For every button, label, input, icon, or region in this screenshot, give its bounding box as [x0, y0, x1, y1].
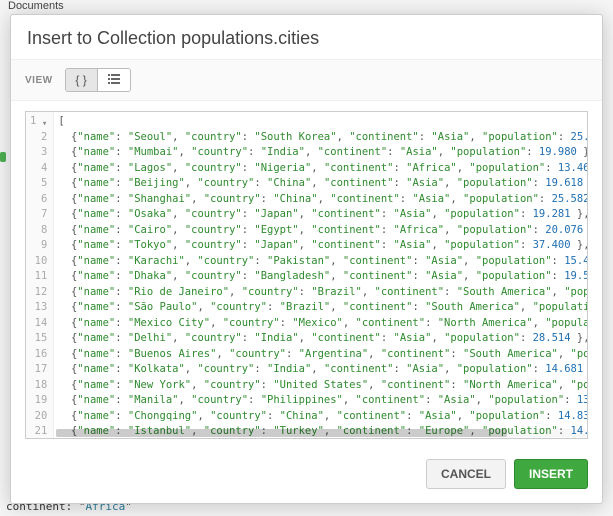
json-editor[interactable]: 1▾2345678910111213141516171819202122 [ {…: [25, 111, 588, 439]
bg-tab-documents: Documents: [8, 0, 64, 12]
braces-icon: { }: [75, 73, 86, 87]
view-json-button[interactable]: { }: [66, 69, 98, 91]
line-gutter: 1▾2345678910111213141516171819202122: [26, 112, 54, 438]
cancel-button[interactable]: CANCEL: [426, 459, 506, 489]
view-list-button[interactable]: [98, 69, 130, 91]
view-label: VIEW: [25, 75, 53, 86]
bg-accent: [0, 152, 6, 162]
modal-title: Insert to Collection populations.cities: [11, 15, 602, 59]
insert-modal: Insert to Collection populations.cities …: [10, 14, 603, 504]
view-toggle: { }: [65, 68, 131, 92]
insert-button[interactable]: INSERT: [514, 459, 588, 489]
horizontal-scrollbar[interactable]: [56, 429, 586, 437]
view-toolbar: VIEW { }: [11, 59, 602, 101]
list-icon: [108, 73, 120, 87]
code-area[interactable]: [ {"name": "Seoul", "country": "South Ko…: [54, 112, 587, 438]
scrollbar-thumb[interactable]: [56, 429, 507, 437]
modal-footer: CANCEL INSERT: [11, 449, 602, 503]
